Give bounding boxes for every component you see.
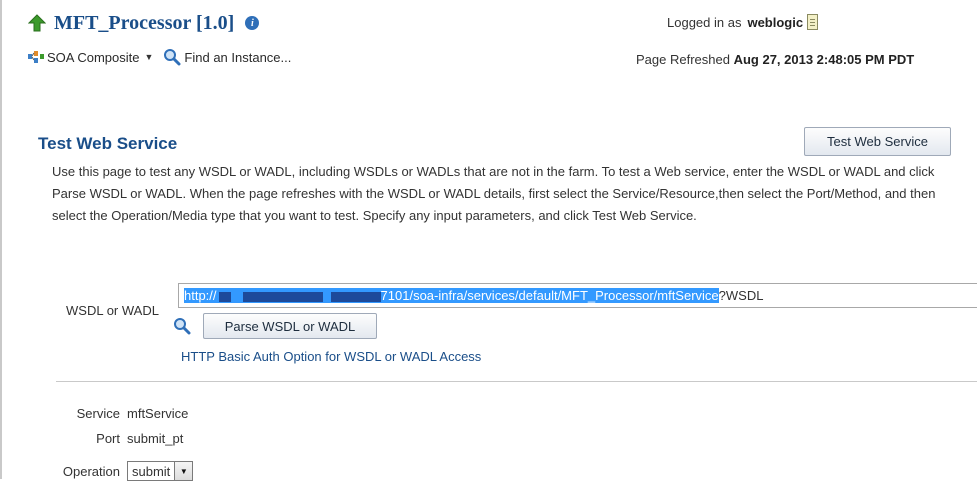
page-title: MFT_Processor [1.0] bbox=[54, 11, 235, 34]
toolbar: SOA Composite ▼ Find an Instance... bbox=[28, 48, 291, 66]
page-header: MFT_Processor [1.0] i bbox=[28, 10, 260, 36]
chevron-down-icon[interactable]: ▼ bbox=[174, 462, 193, 480]
soa-composite-menu[interactable]: SOA Composite bbox=[47, 50, 140, 65]
section-description: Use this page to test any WSDL or WADL, … bbox=[52, 164, 936, 223]
wsdl-value-selected: 7101/soa-infra/services/default/MFT_Proc… bbox=[380, 288, 719, 303]
port-row: Port submit_pt bbox=[0, 431, 183, 446]
page-refreshed-date: Aug 27, 2013 2:48:05 PM PDT bbox=[733, 52, 915, 67]
section-title: Test Web Service bbox=[38, 134, 178, 153]
service-row: Service mftService bbox=[0, 406, 189, 421]
operation-select[interactable]: submit ▼ bbox=[127, 461, 194, 481]
search-icon[interactable] bbox=[163, 48, 181, 66]
operation-label: Operation bbox=[62, 463, 120, 479]
parse-wsdl-button[interactable]: Parse WSDL or WADL bbox=[203, 313, 377, 339]
wsdl-value-prefix: http:// bbox=[184, 288, 217, 303]
port-label: Port bbox=[96, 431, 120, 446]
operation-value: submit bbox=[132, 463, 171, 479]
parse-row: Parse WSDL or WADL bbox=[173, 313, 377, 339]
composite-icon bbox=[28, 51, 44, 63]
operation-row: Operation submit ▼ bbox=[0, 461, 194, 481]
divider bbox=[56, 381, 977, 382]
chevron-down-icon[interactable]: ▼ bbox=[145, 52, 154, 62]
http-basic-auth-link[interactable]: HTTP Basic Auth Option for WSDL or WADL … bbox=[181, 349, 481, 364]
wsdl-label: WSDL or WADL bbox=[66, 303, 159, 318]
page-refreshed-label: Page Refreshed bbox=[636, 52, 730, 67]
test-web-service-button[interactable]: Test Web Service bbox=[804, 127, 951, 156]
up-arrow-icon[interactable] bbox=[28, 14, 46, 32]
wsdl-value-suffix: ?WSDL bbox=[718, 288, 764, 303]
find-instance-link[interactable]: Find an Instance... bbox=[184, 50, 291, 65]
login-status: Logged in as weblogic bbox=[667, 14, 819, 30]
user-notes-icon[interactable] bbox=[807, 14, 819, 30]
wsdl-input[interactable]: http:// 7101/soa-infra/services/default/M… bbox=[178, 283, 977, 308]
search-icon[interactable] bbox=[173, 317, 191, 335]
page-refreshed: Page Refreshed Aug 27, 2013 2:48:05 PM P… bbox=[636, 52, 914, 67]
service-label: Service bbox=[76, 406, 120, 421]
wsdl-value-redacted bbox=[216, 288, 381, 303]
service-value: mftService bbox=[127, 406, 189, 421]
info-icon[interactable]: i bbox=[245, 16, 260, 30]
port-value: submit_pt bbox=[127, 431, 184, 446]
username[interactable]: weblogic bbox=[747, 15, 803, 30]
logged-in-label: Logged in as bbox=[667, 14, 742, 30]
